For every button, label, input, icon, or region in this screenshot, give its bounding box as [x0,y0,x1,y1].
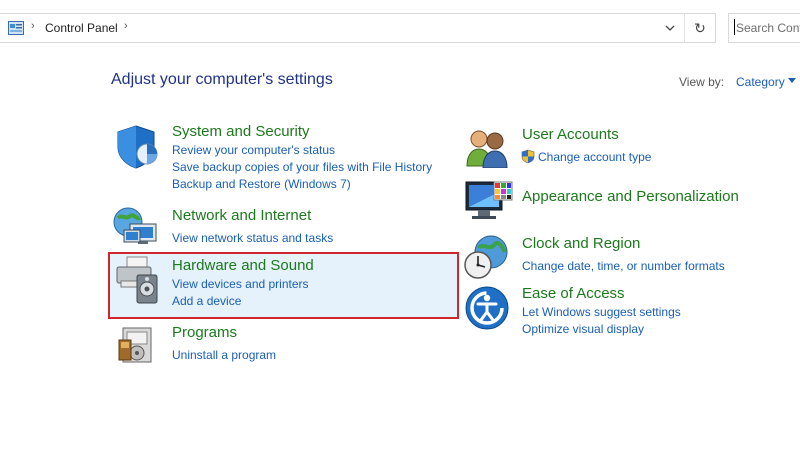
hardware-sound-title[interactable]: Hardware and Sound [172,257,314,274]
monitor-palette-icon[interactable] [464,180,514,231]
backup-restore-link[interactable]: Backup and Restore (Windows 7) [172,177,351,191]
change-account-type-link[interactable]: Change account type [538,150,651,164]
devices-printers-link[interactable]: View devices and printers [172,277,309,291]
uac-shield-icon [521,149,535,169]
printer-icon[interactable] [113,255,161,310]
clock-globe-icon[interactable] [463,234,511,287]
view-by-dropdown[interactable]: Category [736,75,785,89]
refresh-icon[interactable]: ↻ [685,14,715,42]
page-title: Adjust your computer's settings [111,71,333,88]
search-caret [734,19,735,35]
ease-of-access-title[interactable]: Ease of Access [522,285,625,302]
date-time-formats-link[interactable]: Change date, time, or number formats [522,259,725,273]
programs-icon[interactable] [117,324,159,371]
system-security-title[interactable]: System and Security [172,123,310,140]
uninstall-program-link[interactable]: Uninstall a program [172,348,276,362]
add-device-link[interactable]: Add a device [172,294,241,308]
shield-icon[interactable] [112,123,160,176]
review-status-link[interactable]: Review your computer's status [172,143,335,157]
appearance-title[interactable]: Appearance and Personalization [522,188,739,205]
optimize-visual-display-link[interactable]: Optimize visual display [522,322,644,336]
windows-suggest-settings-link[interactable]: Let Windows suggest settings [522,305,681,319]
ease-of-access-icon[interactable] [464,285,510,336]
programs-title[interactable]: Programs [172,324,237,341]
control-panel-icon [8,21,24,35]
view-by-arrow-icon[interactable] [788,78,796,83]
chevron-down-icon[interactable] [657,14,683,42]
clock-region-title[interactable]: Clock and Region [522,235,640,252]
network-status-link[interactable]: View network status and tasks [172,231,333,245]
network-globe-icon[interactable] [112,204,160,255]
users-icon[interactable] [464,128,510,173]
breadcrumb-chevron-icon[interactable]: › [124,20,128,32]
network-title[interactable]: Network and Internet [172,207,311,224]
search-input[interactable] [728,13,800,43]
address-bar[interactable]: › Control Panel › ↻ [0,13,716,43]
view-by-label: View by: [679,75,725,89]
breadcrumb-control-panel[interactable]: Control Panel [45,21,118,35]
file-history-link[interactable]: Save backup copies of your files with Fi… [172,160,432,174]
user-accounts-title[interactable]: User Accounts [522,126,619,143]
breadcrumb-separator-icon[interactable]: › [31,20,35,32]
